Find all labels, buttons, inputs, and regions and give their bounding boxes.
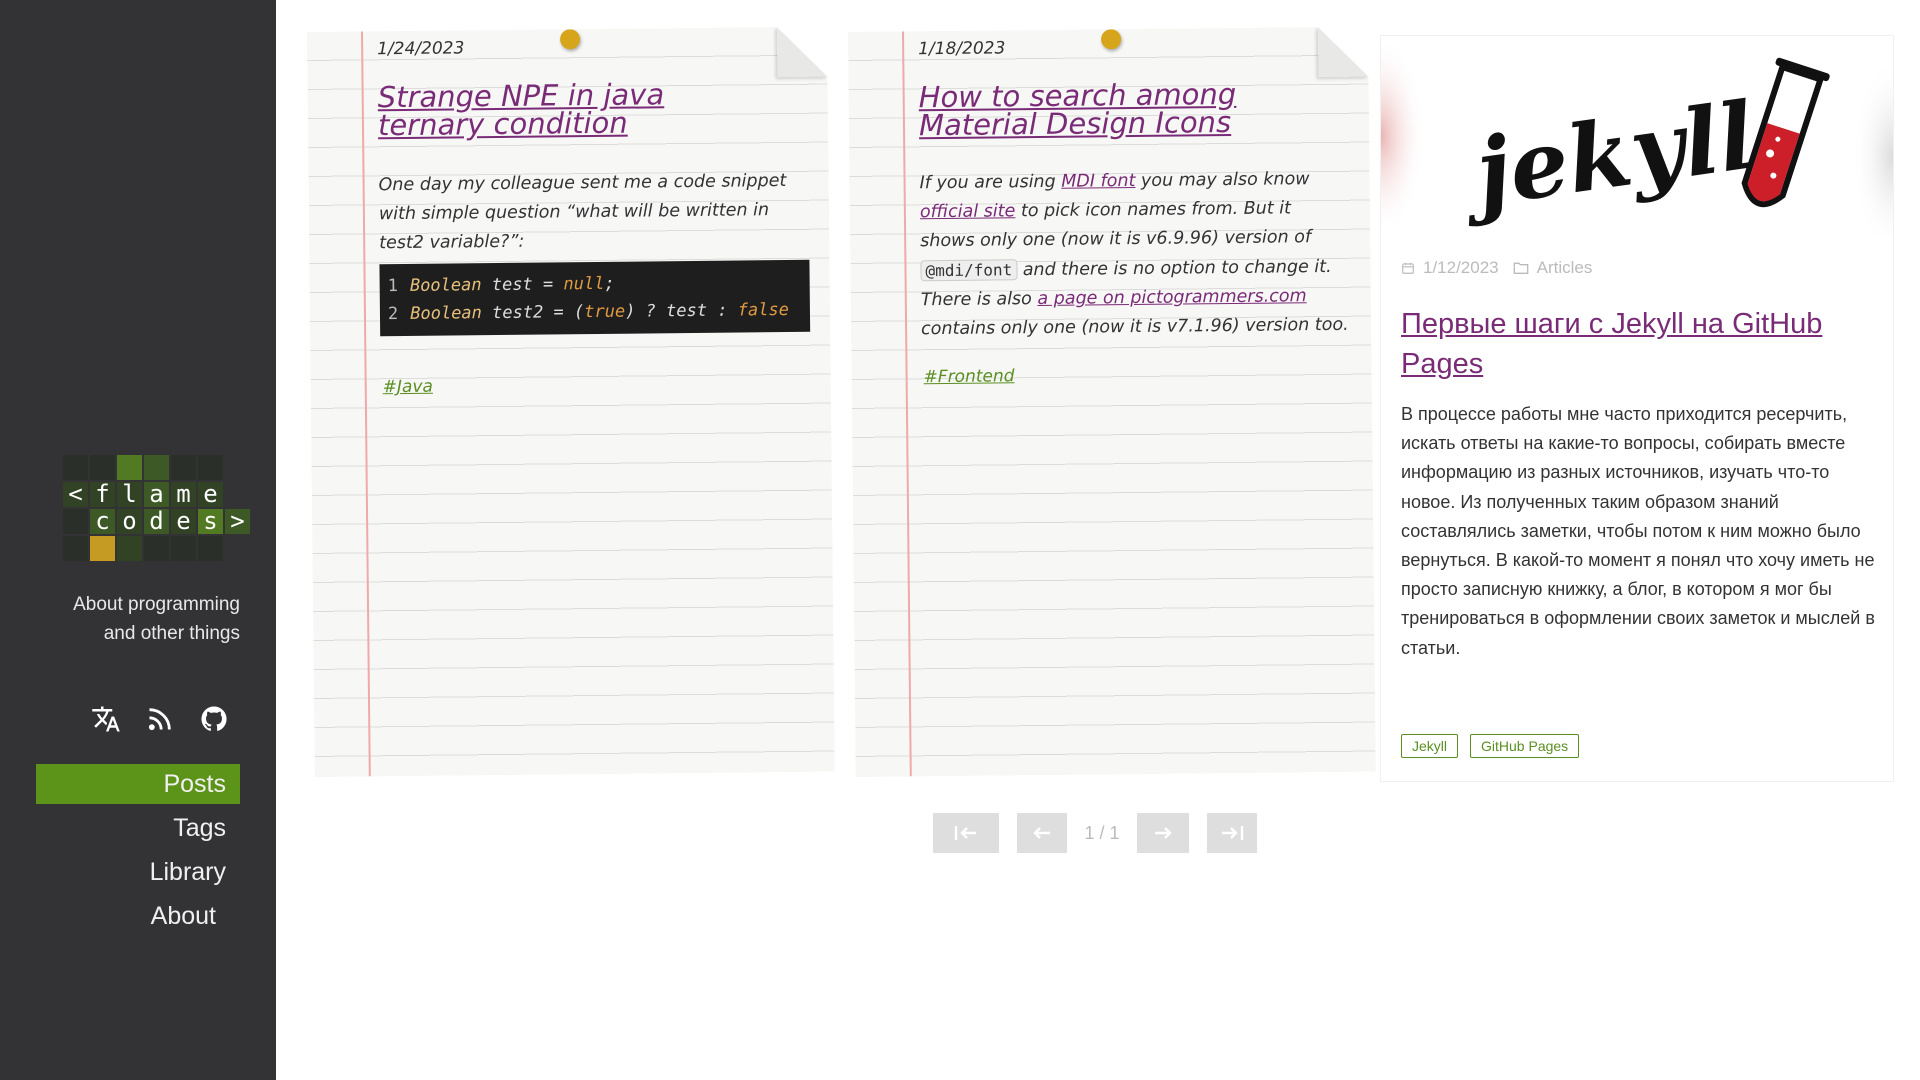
logo-letter: d xyxy=(144,509,169,534)
post-card-mdi: 1/18/2023 How to search among Material D… xyxy=(848,27,1376,777)
logo-letter: e xyxy=(198,482,223,507)
next-page-button[interactable] xyxy=(1137,813,1189,853)
mdi-font-link[interactable]: MDI font xyxy=(1061,171,1135,192)
first-page-button[interactable] xyxy=(933,813,999,853)
nav-library[interactable]: Library xyxy=(36,852,240,892)
logo-cell xyxy=(63,455,88,480)
logo-cell xyxy=(144,536,169,561)
nav-tags[interactable]: Tags xyxy=(36,808,240,848)
nav-about[interactable]: About xyxy=(36,896,240,936)
site-logo[interactable]: < f l a m e c o d e s > xyxy=(63,455,250,561)
pagination: 1 / 1 xyxy=(933,813,1257,853)
logo-cell xyxy=(63,536,88,561)
logo-letter: e xyxy=(171,509,196,534)
tagline-line: and other things xyxy=(103,623,240,644)
post-title-link[interactable]: Strange NPE in java ternary condition xyxy=(378,79,759,139)
post-tags: Jekyll GitHub Pages xyxy=(1401,734,1580,758)
post-tag-link[interactable]: #Frontend xyxy=(924,366,1015,387)
code-line: 2 Boolean test2 = (true) ? test : false xyxy=(387,299,790,325)
social-links xyxy=(90,703,230,735)
main-nav: Posts Tags Library About xyxy=(36,764,240,940)
post-date: 1/12/2023 xyxy=(1423,258,1499,277)
logo-cell xyxy=(198,536,223,561)
post-meta: 1/12/2023 Articles xyxy=(1401,258,1592,278)
post-title-link[interactable]: Первые шаги с Jekyll на GitHub Pages xyxy=(1401,304,1881,384)
paper-margin-line xyxy=(902,31,912,776)
first-page-icon xyxy=(954,826,976,840)
post-title-link[interactable]: How to search among Material Design Icon… xyxy=(919,79,1300,139)
logo-letter: < xyxy=(63,482,88,507)
post-excerpt: One day my colleague sent me a code snip… xyxy=(378,170,787,254)
post-date: 1/18/2023 xyxy=(918,38,1006,60)
logo-cell xyxy=(171,455,196,480)
post-card-jekyll: jekyll 1/12/2023 Articles Первые шаги с … xyxy=(1380,35,1894,782)
logo-letter: > xyxy=(225,509,250,534)
pictogrammers-link[interactable]: a page on pictogrammers.com xyxy=(1037,286,1306,309)
post-date: 1/24/2023 xyxy=(377,38,465,60)
logo-letter: m xyxy=(171,482,196,507)
logo-cell xyxy=(198,455,223,480)
logo-letter: c xyxy=(90,509,115,534)
logo-cell xyxy=(144,455,169,480)
nav-posts[interactable]: Posts xyxy=(36,764,240,804)
post-tag-link[interactable]: #Java xyxy=(383,377,433,398)
paper-fold xyxy=(1318,27,1369,78)
logo-letter: o xyxy=(117,509,142,534)
code-line: 1 Boolean test = null; xyxy=(387,273,615,297)
logo-letter: l xyxy=(117,482,142,507)
tagline-line: About programming xyxy=(73,594,240,615)
post-card-java-npe: 1/24/2023 Strange NPE in java ternary co… xyxy=(307,27,835,777)
page-indicator: 1 / 1 xyxy=(1084,822,1120,843)
prev-page-button[interactable] xyxy=(1017,813,1067,853)
tag-jekyll[interactable]: Jekyll xyxy=(1401,734,1459,758)
paper-margin-line xyxy=(361,31,371,776)
folder-icon xyxy=(1513,262,1528,274)
post-excerpt: В процессе работы мне часто приходится р… xyxy=(1401,404,1875,658)
logo-cell xyxy=(90,536,115,561)
sidebar: < f l a m e c o d e s > About programmin… xyxy=(0,0,276,1080)
logo-cell xyxy=(117,455,142,480)
github-icon[interactable] xyxy=(198,703,230,735)
last-page-icon xyxy=(1222,826,1244,840)
pin-icon xyxy=(1101,29,1121,49)
next-page-icon xyxy=(1155,827,1172,839)
logo-cell xyxy=(90,455,115,480)
prev-page-icon xyxy=(1033,827,1050,839)
post-category-link[interactable]: Articles xyxy=(1537,258,1593,278)
post-excerpt: If you are using MDI font you may also k… xyxy=(919,169,1349,340)
official-site-link[interactable]: official site xyxy=(920,201,1016,222)
logo-cell xyxy=(63,509,88,534)
site-tagline: About programming and other things xyxy=(20,590,240,648)
calendar-icon xyxy=(1402,262,1414,274)
tag-github-pages[interactable]: GitHub Pages xyxy=(1470,734,1580,758)
translate-icon[interactable] xyxy=(90,703,122,735)
paper-fold xyxy=(777,27,828,78)
pin-icon xyxy=(560,29,580,49)
post-cover-image[interactable]: jekyll xyxy=(1381,36,1893,236)
code-snippet: 1 Boolean test = null; 2 Boolean test2 = (… xyxy=(379,260,810,336)
logo-cell xyxy=(117,536,142,561)
logo-letter: f xyxy=(90,482,115,507)
logo-cell xyxy=(171,536,196,561)
logo-letter: s xyxy=(198,509,223,534)
inline-code: @mdi/font xyxy=(920,259,1017,281)
last-page-button[interactable] xyxy=(1207,813,1257,853)
rss-icon[interactable] xyxy=(144,703,176,735)
logo-letter: a xyxy=(144,482,169,507)
